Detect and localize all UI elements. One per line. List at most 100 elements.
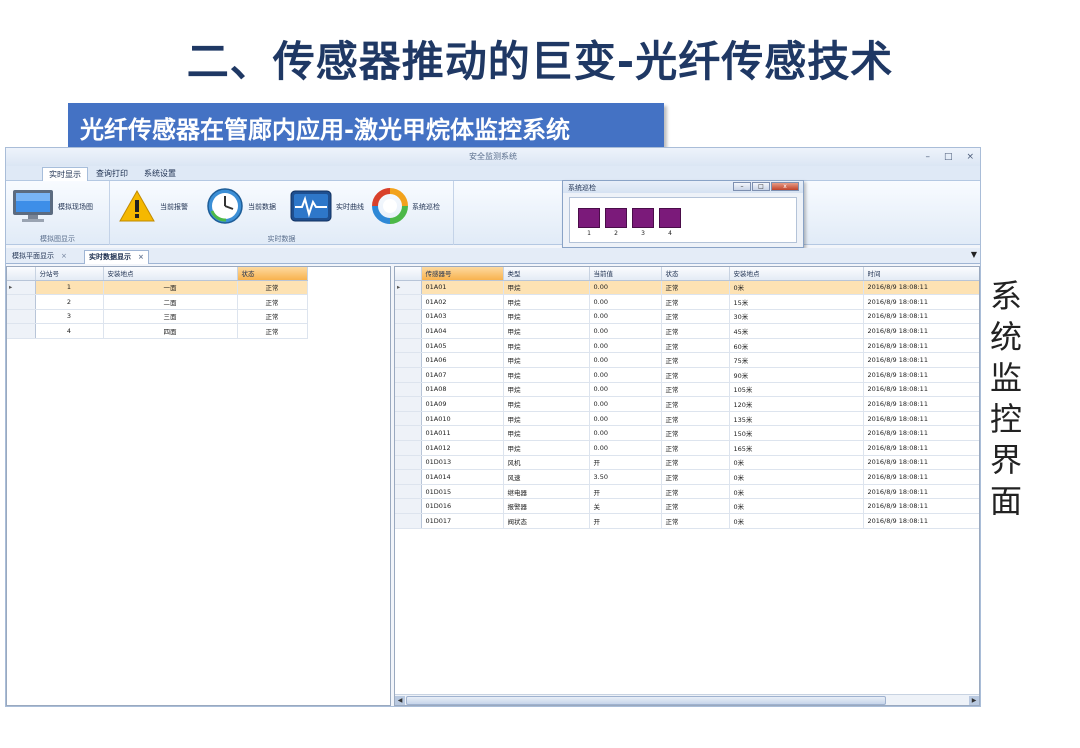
close-icon[interactable]: × — [138, 253, 144, 261]
row-header[interactable] — [395, 498, 422, 514]
table-cell: 01D017 — [421, 513, 504, 529]
row-header[interactable] — [395, 294, 422, 310]
simulation-map-button[interactable]: 模拟现场图 — [12, 187, 93, 227]
chevron-down-icon[interactable]: ▼ — [971, 250, 977, 259]
table-cell: 0米 — [729, 513, 864, 529]
table-row[interactable]: 01A011 甲烷 0.00 正常 150米 2016/8/9 18:08:11 — [395, 425, 979, 442]
scroll-left-button[interactable]: ◀ — [395, 696, 405, 705]
row-header[interactable] — [395, 352, 422, 369]
horizontal-scrollbar[interactable]: ◀ ▶ — [395, 694, 979, 705]
table-row[interactable]: 01D017 阀状态开正常 0米 2016/8/9 18:08:11 — [395, 513, 979, 529]
column-header[interactable]: 类型 — [503, 267, 590, 281]
column-header[interactable]: 状态 — [661, 267, 730, 281]
row-header[interactable] — [395, 440, 422, 456]
row-header[interactable] — [395, 396, 422, 412]
row-header[interactable] — [7, 294, 36, 310]
column-header[interactable]: 当前值 — [589, 267, 662, 281]
table-cell: 风机 — [503, 455, 590, 471]
table-row[interactable]: 01D015 继电器开正常 0米 2016/8/9 18:08:11 — [395, 484, 979, 500]
table-row[interactable]: 01A014 风速 3.50 正常 0米 2016/8/9 18:08:11 — [395, 469, 979, 485]
column-header[interactable]: 安装地点 — [729, 267, 864, 281]
table-cell: 正常 — [661, 469, 730, 485]
row-header[interactable] — [395, 382, 422, 398]
system-patrol-label: 系统巡检 — [412, 203, 440, 211]
column-header[interactable]: 状态 — [237, 267, 308, 281]
row-header[interactable] — [395, 309, 422, 325]
row-header[interactable] — [7, 323, 36, 339]
table-row[interactable]: ▸ 01A01 甲烷 0.00 正常 0米 2016/8/9 18:08:11 — [395, 280, 979, 296]
table-cell: 2016/8/9 18:08:11 — [863, 352, 979, 369]
maximize-button[interactable]: □ — [944, 148, 953, 166]
table-row[interactable]: 01A06 甲烷 0.00 正常 75米 2016/8/9 18:08:11 — [395, 352, 979, 369]
table-row[interactable]: 01A04 甲烷 0.00 正常 45米 2016/8/9 18:08:11 — [395, 323, 979, 339]
table-cell: 关 — [589, 498, 662, 514]
table-row[interactable]: ▸ 1 一面 正常 — [7, 280, 308, 296]
table-cell: 2016/8/9 18:08:11 — [863, 309, 979, 325]
table-cell: 正常 — [661, 382, 730, 398]
sensor-indicator[interactable] — [632, 208, 654, 228]
minimize-button[interactable]: – — [925, 148, 930, 166]
table-cell: 3 — [35, 309, 104, 325]
tab-settings[interactable]: 系统设置 — [138, 167, 182, 181]
row-header[interactable]: ▸ — [7, 280, 36, 296]
column-header[interactable]: 传感器号 — [421, 267, 504, 281]
table-row[interactable]: 01D016 报警器关正常 0米 2016/8/9 18:08:11 — [395, 498, 979, 514]
dialog-maximize-button[interactable]: □ — [752, 182, 770, 191]
tab-realtime[interactable]: 实时显示 — [42, 167, 88, 181]
row-header[interactable] — [395, 323, 422, 339]
row-header[interactable] — [395, 411, 422, 427]
row-header[interactable] — [395, 455, 422, 471]
table-row[interactable]: 01A05 甲烷 0.00 正常 60米 2016/8/9 18:08:11 — [395, 338, 979, 354]
table-row[interactable]: 01A09 甲烷 0.00 正常 120米 2016/8/9 18:08:11 — [395, 396, 979, 412]
close-icon[interactable]: × — [61, 252, 67, 260]
row-header[interactable] — [7, 309, 36, 325]
column-header[interactable]: 分站号 — [35, 267, 104, 281]
current-data-label: 当前数据 — [248, 203, 276, 211]
current-alarm-button[interactable]: 当前报警 — [118, 187, 188, 227]
substation-table: 分站号 安装地点 状态 ▸ 1 一面 正常 2 二面 正常 3 三面 正常 4 四面 正常 — [7, 267, 308, 339]
current-data-button[interactable]: 当前数据 — [206, 187, 276, 227]
close-button[interactable]: × — [966, 148, 974, 166]
table-row[interactable]: 01A03 甲烷 0.00 正常 30米 2016/8/9 18:08:11 — [395, 309, 979, 325]
sensor-indicator[interactable] — [578, 208, 600, 228]
table-row[interactable]: 01A02 甲烷 0.00 正常 15米 2016/8/9 18:08:11 — [395, 294, 979, 310]
row-header[interactable] — [395, 513, 422, 529]
ribbon-group-realtime: 当前报警 当前数据 实时曲线 系统巡检 实时数据 — [110, 181, 454, 245]
sensor-table: 传感器号 类型 当前值 状态 安装地点 时间 ▸ 01A01 甲烷 0.00 正常 0米 2… — [395, 267, 979, 529]
table-row[interactable]: 01A07 甲烷 0.00 正常 90米 2016/8/9 18:08:11 — [395, 367, 979, 383]
row-header[interactable]: ▸ — [395, 280, 422, 296]
window-titlebar: 安全监测系统 – □ × — [6, 148, 980, 166]
dialog-minimize-button[interactable]: – — [733, 182, 751, 191]
scrollbar-thumb[interactable] — [406, 696, 886, 705]
row-header[interactable] — [395, 367, 422, 383]
table-row[interactable]: 4 四面 正常 — [7, 323, 308, 339]
table-cell: 继电器 — [503, 484, 590, 500]
column-header[interactable]: 时间 — [863, 267, 979, 281]
table-cell: 2016/8/9 18:08:11 — [863, 498, 979, 514]
table-row[interactable]: 01A08 甲烷 0.00 正常 105米 2016/8/9 18:08:11 — [395, 382, 979, 398]
scroll-right-button[interactable]: ▶ — [969, 696, 979, 705]
row-header[interactable] — [395, 425, 422, 442]
table-cell: 3.50 — [589, 469, 662, 485]
table-row[interactable]: 01A012 甲烷 0.00 正常 165米 2016/8/9 18:08:11 — [395, 440, 979, 456]
row-header[interactable] — [395, 469, 422, 485]
sensor-indicator[interactable] — [659, 208, 681, 228]
sensor-indicator[interactable] — [605, 208, 627, 228]
table-row[interactable]: 01D013 风机开正常 0米 2016/8/9 18:08:11 — [395, 455, 979, 471]
tab-realtime-data[interactable]: 实时数据显示 × — [84, 250, 149, 264]
sensor-number: 1 — [587, 230, 591, 237]
tab-simulation-plan[interactable]: 模拟平面显示 × — [8, 250, 71, 264]
table-row[interactable]: 01A010 甲烷 0.00 正常 135米 2016/8/9 18:08:11 — [395, 411, 979, 427]
table-cell: 1 — [35, 280, 104, 296]
table-cell: 165米 — [729, 440, 864, 456]
row-header[interactable] — [395, 338, 422, 354]
system-patrol-button[interactable]: 系统巡检 — [372, 187, 440, 227]
table-row[interactable]: 2 二面 正常 — [7, 294, 308, 310]
row-header[interactable] — [395, 484, 422, 500]
dialog-close-button[interactable]: x — [771, 182, 799, 191]
tab-query-print[interactable]: 查询打印 — [90, 167, 134, 181]
realtime-curve-button[interactable]: 实时曲线 — [290, 187, 364, 227]
table-cell: 01D013 — [421, 455, 504, 471]
table-row[interactable]: 3 三面 正常 — [7, 309, 308, 325]
column-header[interactable]: 安装地点 — [103, 267, 238, 281]
